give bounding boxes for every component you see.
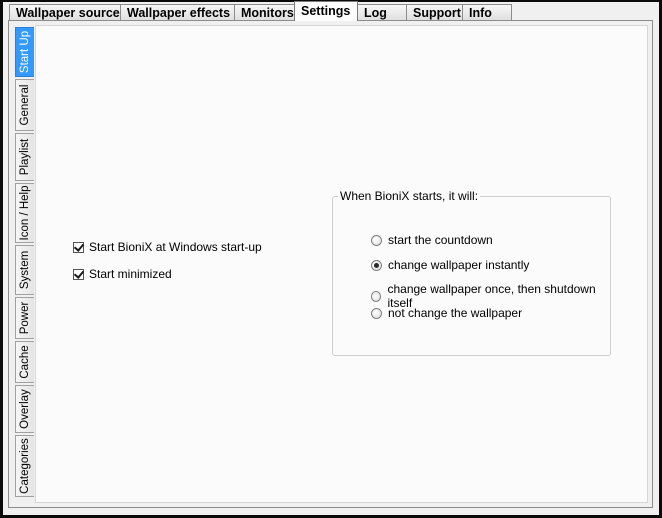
side-tab-bar: Start Up General Playlist Icon / Help Sy… xyxy=(15,27,35,497)
change-instantly-label[interactable]: change wallpaper instantly xyxy=(388,258,529,272)
side-tab-power[interactable]: Power xyxy=(15,297,34,339)
side-tab-label: System xyxy=(19,250,31,290)
start-up-page: Start BioniX at Windows start-up Start m… xyxy=(35,25,648,503)
change-once-shutdown-radio[interactable] xyxy=(371,290,382,302)
side-tab-cache[interactable]: Cache xyxy=(15,341,34,383)
start-countdown-radio[interactable] xyxy=(371,234,382,246)
settings-panel: Start Up General Playlist Icon / Help Sy… xyxy=(8,20,653,508)
start-with-windows-row[interactable]: Start BioniX at Windows start-up xyxy=(73,240,262,254)
side-tab-label: Start Up xyxy=(19,30,31,74)
change-instantly-radio[interactable] xyxy=(371,259,382,271)
radio-row-start-countdown[interactable]: start the countdown xyxy=(371,233,493,247)
side-tab-label: Power xyxy=(19,301,31,335)
tab-settings[interactable]: Settings xyxy=(294,1,358,21)
tab-monitors[interactable]: Monitors xyxy=(234,4,295,21)
side-tab-start-up[interactable]: Start Up xyxy=(15,27,34,77)
side-tab-system[interactable]: System xyxy=(15,245,34,295)
top-tab-bar: Wallpaper source Wallpaper effects Monit… xyxy=(9,1,512,21)
side-tab-overlay[interactable]: Overlay xyxy=(15,385,34,433)
side-tab-icon-help[interactable]: Icon / Help xyxy=(15,183,34,243)
side-tab-label: Overlay xyxy=(19,389,31,429)
side-tab-label: Cache xyxy=(19,345,31,379)
tab-wallpaper-effects[interactable]: Wallpaper effects xyxy=(120,4,235,21)
start-with-windows-checkbox[interactable] xyxy=(73,241,84,253)
side-tab-label: General xyxy=(19,84,31,126)
radio-row-no-change[interactable]: not change the wallpaper xyxy=(371,306,522,320)
app-window: Wallpaper source Wallpaper effects Monit… xyxy=(3,1,659,515)
start-minimized-label[interactable]: Start minimized xyxy=(89,267,172,281)
start-minimized-row[interactable]: Start minimized xyxy=(73,267,172,281)
on-start-group-title: When BioniX starts, it will: xyxy=(338,189,481,203)
no-change-radio[interactable] xyxy=(371,307,382,319)
no-change-label[interactable]: not change the wallpaper xyxy=(388,306,522,320)
tab-wallpaper-source[interactable]: Wallpaper source xyxy=(9,4,121,21)
side-tab-categories[interactable]: Categories xyxy=(15,435,34,497)
side-tab-label: Playlist xyxy=(19,138,31,176)
tab-support[interactable]: Support xyxy=(406,4,463,21)
tab-log[interactable]: Log xyxy=(357,4,407,21)
tab-info[interactable]: Info xyxy=(462,4,512,21)
side-tab-label: Categories xyxy=(19,438,31,494)
radio-row-change-instantly[interactable]: change wallpaper instantly xyxy=(371,258,529,272)
side-tab-general[interactable]: General xyxy=(15,79,34,131)
start-countdown-label[interactable]: start the countdown xyxy=(388,233,493,247)
side-tab-playlist[interactable]: Playlist xyxy=(15,133,34,181)
side-tab-label: Icon / Help xyxy=(19,185,31,241)
start-with-windows-label[interactable]: Start BioniX at Windows start-up xyxy=(89,240,262,254)
on-start-groupbox: When BioniX starts, it will: start the c… xyxy=(332,189,611,356)
start-minimized-checkbox[interactable] xyxy=(73,268,84,280)
